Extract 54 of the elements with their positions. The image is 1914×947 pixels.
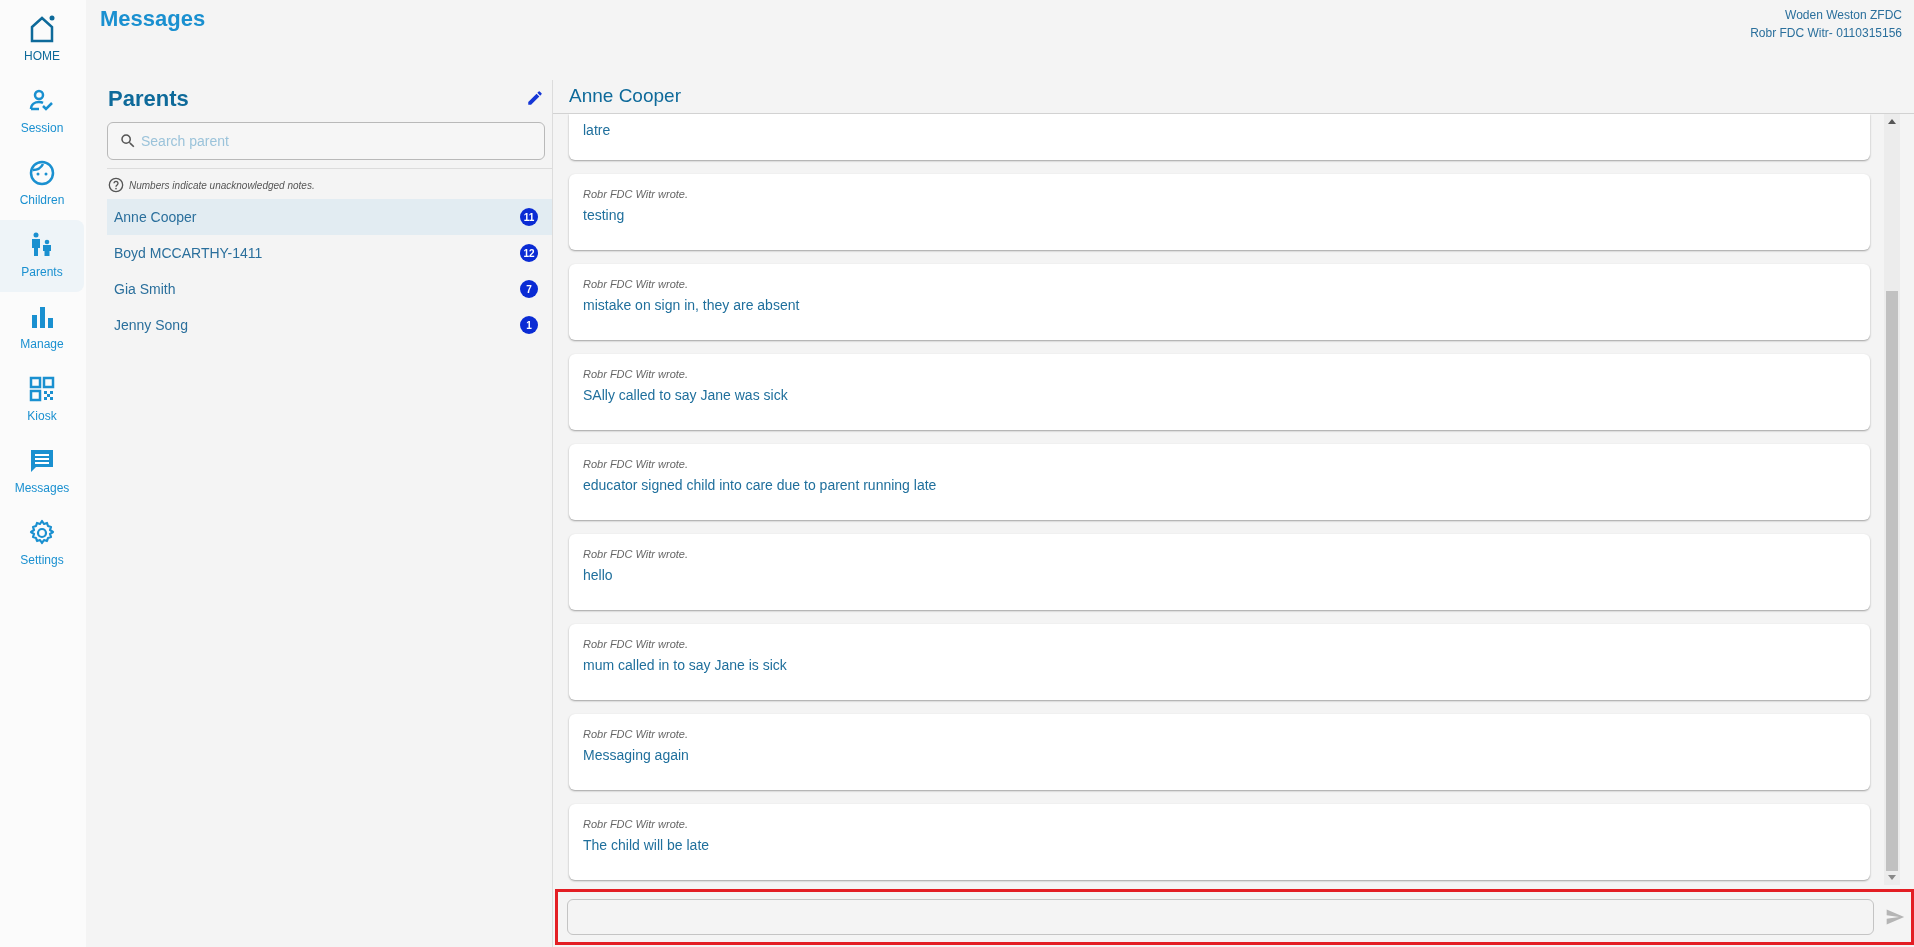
unread-count: 7 bbox=[520, 280, 538, 298]
parent-list-item[interactable]: Jenny Song 1 bbox=[107, 307, 552, 343]
settings-icon bbox=[28, 519, 56, 547]
nav-item[interactable]: Settings bbox=[0, 508, 84, 580]
message-text: hello bbox=[583, 565, 614, 585]
message-author: Robr FDC Witr wrote. bbox=[583, 547, 690, 562]
nav-item[interactable]: HOME bbox=[0, 4, 84, 76]
message-author: Robr FDC Witr wrote. bbox=[583, 727, 690, 742]
user-name: Robr FDC Witr- 0110315156 bbox=[1750, 25, 1902, 42]
message-author: Robr FDC Witr wrote. bbox=[583, 277, 690, 292]
parent-list-item[interactable]: Gia Smith 7 bbox=[107, 271, 552, 307]
edit-icon[interactable] bbox=[526, 89, 544, 107]
nav-item[interactable]: Kiosk bbox=[0, 364, 84, 436]
unread-count: 11 bbox=[520, 208, 538, 226]
message-author: Robr FDC Witr wrote. bbox=[583, 637, 690, 652]
parent-list-item[interactable]: Boyd MCCARTHY-1411 12 bbox=[107, 235, 552, 271]
message-text: latre bbox=[583, 121, 612, 140]
search-field[interactable]: Search parent bbox=[107, 122, 545, 160]
home-icon bbox=[28, 15, 56, 43]
parent-list-item[interactable]: Anne Cooper 11 bbox=[107, 199, 552, 235]
child-face-icon bbox=[28, 159, 56, 187]
message-text: The child will be late bbox=[583, 835, 711, 855]
search-icon bbox=[119, 132, 137, 150]
message-author: Robr FDC Witr wrote. bbox=[583, 367, 690, 382]
nav-item[interactable]: Manage bbox=[0, 292, 84, 364]
nav-item[interactable]: Children bbox=[0, 148, 84, 220]
scrollbar[interactable] bbox=[1884, 114, 1900, 885]
hint-text: Numbers indicate unacknowledged notes. bbox=[129, 178, 315, 193]
parent-name: Gia Smith bbox=[114, 279, 176, 299]
chat-bubble-icon bbox=[28, 447, 56, 475]
message-author: Robr FDC Witr wrote. bbox=[583, 817, 690, 832]
unread-count: 1 bbox=[520, 316, 538, 334]
parent-name: Anne Cooper bbox=[114, 207, 197, 227]
message-text: mum called in to say Jane is sick bbox=[583, 655, 788, 675]
nav-item[interactable]: Session bbox=[0, 76, 84, 148]
service-name: Woden Weston ZFDC bbox=[1784, 7, 1902, 24]
panel-title: Parents bbox=[107, 84, 189, 113]
message-text: Messaging again bbox=[583, 745, 690, 765]
parent-name: Boyd MCCARTHY-1411 bbox=[114, 243, 263, 263]
message-text: SAlly called to say Jane was sick bbox=[583, 385, 789, 405]
message-text: testing bbox=[583, 205, 626, 225]
message-input[interactable] bbox=[567, 899, 1874, 935]
page-title: Messages bbox=[100, 6, 206, 33]
message-author: Robr FDC Witr wrote. bbox=[583, 187, 690, 202]
message-text: educator signed child into care due to parent running late bbox=[583, 475, 938, 495]
nav-item[interactable]: Parents bbox=[0, 220, 84, 292]
message-text: mistake on sign in, they are absent bbox=[583, 295, 801, 315]
parent-name: Jenny Song bbox=[114, 315, 188, 335]
unread-count: 12 bbox=[520, 244, 538, 262]
help-icon bbox=[108, 177, 124, 193]
qr-code-icon bbox=[28, 375, 56, 403]
nav-item[interactable]: Messages bbox=[0, 436, 84, 508]
message-author: Robr FDC Witr wrote. bbox=[583, 457, 690, 472]
send-icon[interactable] bbox=[1884, 907, 1906, 927]
